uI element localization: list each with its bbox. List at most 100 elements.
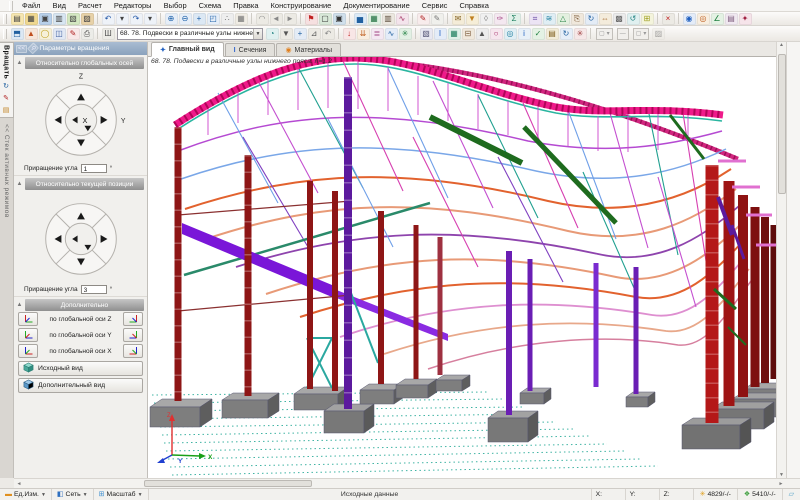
show-model-icon[interactable]: ▢ — [319, 13, 332, 25]
pack-icon[interactable]: ▩ — [613, 13, 626, 25]
menu-item[interactable]: Конструирование — [265, 1, 338, 10]
panel-collapse-button[interactable]: << — [16, 45, 27, 53]
spin-icon[interactable]: ↺ — [627, 13, 640, 25]
restraints-icon[interactable]: ▲ — [476, 28, 489, 40]
groups-icon[interactable]: ⊟ — [462, 28, 475, 40]
add-level-icon[interactable]: ≋ — [543, 13, 556, 25]
load-case-3-icon[interactable]: ≣ — [371, 28, 384, 40]
delete-icon[interactable]: × — [662, 13, 675, 25]
rotate-mode-icon[interactable]: ↻ — [1, 81, 11, 91]
increment-input[interactable]: 1 — [81, 164, 107, 173]
loading-selector[interactable]: 68. 78. Подвески в различные узлы нижнег… — [117, 28, 263, 40]
pen-red-icon[interactable]: ✎ — [67, 28, 80, 40]
element-info-icon[interactable]: ◎ — [697, 13, 710, 25]
rotate-copy-icon[interactable]: ↻ — [585, 13, 598, 25]
load-case-2-icon[interactable]: ⇊ — [357, 28, 370, 40]
sheet-mode-icon[interactable]: ▤ — [1, 105, 11, 115]
collapse-chevron-icon[interactable]: ▲ — [14, 60, 25, 66]
express-check-icon[interactable]: ✦ — [739, 13, 752, 25]
undo-icon[interactable]: ↶ — [102, 13, 115, 25]
rotate-y-minus-button[interactable] — [18, 328, 38, 342]
load-case-4-icon[interactable]: ∿ — [385, 28, 398, 40]
load-case-1-icon[interactable]: ↓ — [343, 28, 356, 40]
pen-edit-icon[interactable]: ✎ — [417, 13, 430, 25]
check-icon[interactable]: ✓ — [532, 28, 545, 40]
load-case-5-icon[interactable]: ✳ — [399, 28, 412, 40]
materials-icon[interactable]: ▧ — [420, 28, 433, 40]
pin-icon[interactable]: ⚲ — [27, 42, 39, 54]
horizontal-scrollbar[interactable]: ◄ ► — [14, 478, 800, 488]
info-icon[interactable]: i — [518, 28, 531, 40]
variants-icon[interactable]: ▼ — [280, 28, 293, 40]
current-rotation-dial[interactable] — [14, 190, 147, 284]
create-group-icon[interactable]: ⌗ — [529, 13, 542, 25]
select-nodes-icon[interactable]: ∴ — [221, 13, 234, 25]
rotate-x-minus-button[interactable] — [18, 344, 38, 358]
pen-mode-icon[interactable]: ✎ — [1, 93, 11, 103]
rotate-z-plus-button[interactable] — [123, 312, 143, 326]
rotate-view-icon[interactable]: ◠ — [256, 13, 269, 25]
global-rotation-dial[interactable]: Z X Y — [14, 69, 147, 163]
mosaic-icon[interactable]: ▦ — [368, 13, 381, 25]
refresh-icon[interactable]: ↻ — [560, 28, 573, 40]
node-info-icon[interactable]: ◉ — [683, 13, 696, 25]
scheme-3d-icon[interactable]: ▲ — [25, 28, 38, 40]
rotate-x-plus-button[interactable] — [123, 344, 143, 358]
scroll-left-icon[interactable]: ◄ — [14, 479, 24, 488]
mirror-icon[interactable]: ⇔ — [599, 13, 612, 25]
erase-icon[interactable]: ◊ — [480, 13, 493, 25]
rotate-mode-tab[interactable]: Вращать ↻✎▤ — [0, 42, 14, 118]
sections-icon[interactable]: Ι — [434, 28, 447, 40]
brush-icon[interactable]: ✑ — [494, 13, 507, 25]
wizard-icon[interactable]: ✳ — [574, 28, 587, 40]
horizontal-scroll-thumb[interactable] — [144, 480, 312, 487]
vertical-scroll-thumb[interactable] — [778, 54, 786, 194]
section-global-axes[interactable]: Относительно глобальных осей — [25, 57, 144, 69]
section-current-position[interactable]: Относительно текущей позиции — [25, 178, 144, 190]
recalc-icon[interactable]: Σ — [508, 13, 521, 25]
screenshot-icon[interactable]: ▨ — [81, 13, 94, 25]
scroll-up-icon[interactable]: ▲ — [779, 42, 784, 48]
move-node-icon[interactable]: + — [294, 28, 307, 40]
ellipse-icon[interactable]: ◯ — [39, 28, 52, 40]
open-project-icon[interactable]: ▦ — [25, 13, 38, 25]
new-project-icon[interactable]: ▤ — [11, 13, 24, 25]
collapse-chevron-icon[interactable]: ▲ — [14, 302, 25, 308]
polygon-icon[interactable]: △ — [557, 13, 570, 25]
menu-item[interactable]: Редакторы — [108, 1, 158, 10]
additional-view-button[interactable]: Дополнительный вид — [18, 378, 143, 393]
menu-item[interactable]: Файл — [16, 1, 46, 10]
zoom-out-icon[interactable]: ⊖ — [179, 13, 192, 25]
assemble-icon[interactable]: ⊞ — [641, 13, 654, 25]
chevron-down-icon[interactable]: ▼ — [253, 29, 262, 39]
select-frame-icon[interactable]: ▦ — [235, 13, 248, 25]
loading-ruler-icon[interactable]: Ш — [102, 28, 115, 40]
prev-view-icon[interactable]: ◄ — [270, 13, 283, 25]
hinges-icon[interactable]: ○ — [490, 28, 503, 40]
local-axes-icon[interactable]: ◎ — [504, 28, 517, 40]
collapse-chevron-icon[interactable]: ▲ — [14, 181, 25, 187]
model-canvas[interactable]: 68. 78. Подвески в различные узлы нижнег… — [148, 57, 776, 478]
scroll-right-icon[interactable]: ► — [776, 479, 786, 488]
tab-materials[interactable]: ◉ Материалы — [276, 43, 341, 56]
measure-icon[interactable]: ∠ — [711, 13, 724, 25]
menu-item[interactable]: Документирование — [337, 1, 415, 10]
menu-item[interactable]: Вид — [46, 1, 72, 10]
initial-view-button[interactable]: Исходный вид — [18, 361, 143, 376]
menu-item[interactable]: Схема — [193, 1, 228, 10]
project-info-icon[interactable]: ▥ — [53, 13, 66, 25]
rotate-y-plus-button[interactable] — [123, 328, 143, 342]
scale-selector[interactable]: ⊞ Масштаб ▼ — [94, 489, 149, 500]
flag-save-icon[interactable]: ▤ — [725, 13, 738, 25]
diagram-icon[interactable]: ▅ — [354, 13, 367, 25]
report-book-icon[interactable]: ▤ — [546, 28, 559, 40]
copy-scheme-icon[interactable]: ⎘ — [571, 13, 584, 25]
save-project-icon[interactable]: ▣ — [39, 13, 52, 25]
undo-list-icon[interactable]: ▾ — [116, 13, 129, 25]
next-view-icon[interactable]: ► — [284, 13, 297, 25]
graph-icon[interactable]: ∿ — [396, 13, 409, 25]
tab-sections[interactable]: Ι Сечения — [225, 43, 276, 56]
menu-item[interactable]: Правка — [227, 1, 264, 10]
menu-item[interactable]: Сервис — [416, 1, 454, 10]
marker-icon[interactable]: ⚑ — [305, 13, 318, 25]
